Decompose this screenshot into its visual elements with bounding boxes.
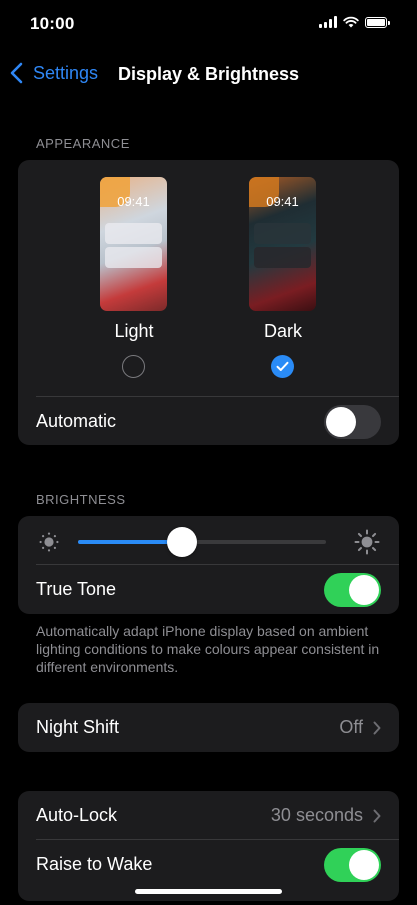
toggle-knob [326, 406, 356, 437]
appearance-group: 09:41 Light 09:41 Dark Automatic [18, 160, 399, 445]
auto-lock-row[interactable]: Auto-Lock 30 seconds [18, 791, 399, 840]
wifi-icon [343, 16, 359, 28]
light-mode-label: Light [114, 321, 154, 341]
toggle-knob [349, 574, 379, 605]
status-time: 10:00 [30, 14, 75, 33]
page-title: Display & Brightness [118, 64, 300, 84]
notch [92, 0, 325, 32]
true-tone-toggle[interactable] [324, 572, 381, 607]
dark-preview-time: 09:41 [266, 194, 299, 209]
light-mode-radio[interactable] [122, 355, 145, 378]
night-shift-group: Night Shift Off [18, 703, 399, 752]
home-indicator[interactable] [135, 889, 282, 894]
night-shift-value: Off [339, 717, 363, 737]
raise-to-wake-label: Raise to Wake [36, 854, 153, 874]
light-preview-widget [105, 247, 162, 268]
brightness-group: True Tone [18, 516, 399, 614]
dark-mode-radio[interactable] [271, 355, 294, 378]
chevron-left-icon [10, 62, 23, 84]
back-button[interactable]: Settings [10, 62, 98, 84]
brightness-low-icon [39, 532, 59, 552]
automatic-row: Automatic [18, 397, 399, 445]
auto-lock-label: Auto-Lock [36, 805, 118, 825]
dark-preview-widget [254, 223, 311, 244]
settings-screen: 10:00 Settings Display & Brightness APPE… [0, 0, 417, 905]
light-mode-preview[interactable]: 09:41 [100, 177, 167, 311]
raise-to-wake-toggle[interactable] [324, 847, 381, 882]
dark-preview-widget [254, 247, 311, 268]
true-tone-row: True Tone [18, 565, 399, 614]
brightness-slider-thumb[interactable] [167, 527, 198, 557]
night-shift-row[interactable]: Night Shift Off [18, 703, 399, 752]
checkmark-icon [276, 361, 289, 371]
brightness-high-icon [354, 529, 380, 555]
dark-mode-preview[interactable]: 09:41 [249, 177, 316, 311]
true-tone-label: True Tone [36, 579, 117, 599]
battery-icon [365, 16, 390, 28]
chevron-right-icon [373, 721, 381, 734]
dark-mode-label: Dark [263, 321, 302, 341]
true-tone-footnote: Automatically adapt iPhone display based… [36, 623, 380, 675]
back-button-label: Settings [33, 62, 99, 83]
automatic-label: Automatic [36, 411, 117, 431]
lock-group: Auto-Lock 30 seconds Raise to Wake [18, 791, 399, 901]
cellular-signal-icon [319, 16, 337, 28]
toggle-knob [349, 849, 379, 880]
chevron-right-icon [373, 809, 381, 822]
raise-to-wake-row: Raise to Wake [18, 840, 399, 889]
auto-lock-value: 30 seconds [270, 805, 363, 825]
brightness-slider[interactable] [78, 527, 326, 557]
light-preview-widget [105, 223, 162, 244]
automatic-toggle[interactable] [324, 404, 381, 439]
navigation-bar: Settings Display & Brightness [0, 56, 417, 92]
appearance-section-label: APPEARANCE [36, 136, 130, 151]
brightness-section-label: BRIGHTNESS [36, 492, 126, 507]
night-shift-label: Night Shift [36, 717, 120, 737]
status-icons [319, 16, 390, 28]
light-preview-time: 09:41 [117, 194, 150, 209]
